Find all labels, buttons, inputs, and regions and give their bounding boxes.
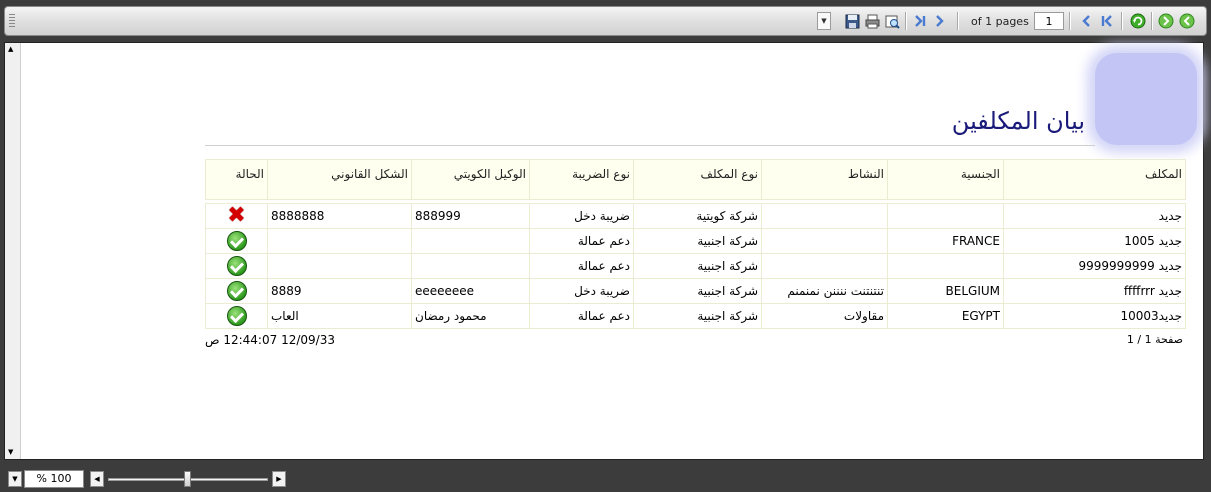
- vertical-scrollbar[interactable]: ▲ ▼: [5, 43, 21, 459]
- column-header: الحالة: [205, 159, 268, 200]
- table-cell-agent: [411, 228, 530, 254]
- table-cell-status: [205, 303, 268, 329]
- report-print-date: 12/09/33 12:44:07 ص: [205, 333, 335, 347]
- zoom-out-icon[interactable]: ◀: [90, 471, 104, 487]
- table-cell-nationality: FRANCE: [887, 228, 1004, 254]
- toolbar-separator: [905, 12, 907, 30]
- company-logo: [1095, 53, 1197, 145]
- zoom-in-icon[interactable]: ▶: [272, 471, 286, 487]
- zoom-dropdown-icon[interactable]: ▼: [8, 471, 22, 487]
- table-cell-type: شركة كويتية: [633, 203, 762, 229]
- column-header: الوكيل الكويتي: [411, 159, 530, 200]
- table-cell-nationality: [887, 203, 1004, 229]
- table-cell-type: شركة اجنبية: [633, 278, 762, 304]
- table-header-row: المكلف الجنسية النشاط نوع المكلف نوع الض…: [205, 159, 1186, 200]
- print-icon[interactable]: [863, 12, 881, 30]
- check-icon: [226, 256, 247, 276]
- table-cell-agent: 888999: [411, 203, 530, 229]
- scroll-up-icon[interactable]: ▲: [8, 45, 13, 53]
- table-cell-activity: [761, 253, 888, 279]
- table-cell-status: [205, 228, 268, 254]
- table-cell-type: شركة اجنبية: [633, 303, 762, 329]
- report-viewer: ▲ ▼ بيان المكلفين المكلف الجنسية النشاط …: [4, 42, 1204, 460]
- table-cell-tax: ضريبة دخل: [529, 203, 634, 229]
- cross-icon: ✖: [227, 203, 246, 228]
- back-icon[interactable]: [1178, 12, 1196, 30]
- table-cell-name: جديد 9999999999: [1003, 253, 1186, 279]
- zoom-slider-thumb[interactable]: [184, 471, 191, 487]
- table-cell-type: شركة اجنبية: [633, 253, 762, 279]
- table-row: جديد شركة كويتية ضريبة دخل 888999 8888888 ✖: [205, 203, 1186, 229]
- table-cell-nationality: [887, 253, 1004, 279]
- column-header: المكلف: [1003, 159, 1186, 200]
- table-cell-status: ✖: [205, 203, 268, 229]
- table-cell-activity: مقاولات: [761, 303, 888, 329]
- toolbar-separator: [1121, 12, 1123, 30]
- table-cell-type: شركة اجنبية: [633, 228, 762, 254]
- table-row: جديد 9999999999 شركة اجنبية دعم عمالة: [205, 253, 1186, 279]
- table-cell-activity: [761, 203, 888, 229]
- save-icon[interactable]: [843, 12, 861, 30]
- export-format-dropdown[interactable]: ▼: [817, 12, 831, 30]
- table-cell-status: [205, 253, 268, 279]
- toolbar-separator: [1069, 12, 1071, 30]
- print-preview-icon[interactable]: [883, 12, 901, 30]
- table-cell-legal: [267, 253, 412, 279]
- table-cell-nationality: BELGIUM: [887, 278, 1004, 304]
- table-row: جديد10003 EGYPT مقاولات شركة اجنبية دعم عمال…: [205, 303, 1186, 329]
- table-cell-tax: دعم عمالة: [529, 253, 634, 279]
- table-cell-tax: دعم عمالة: [529, 303, 634, 329]
- table-cell-tax: دعم عمالة: [529, 228, 634, 254]
- column-header: الجنسية: [887, 159, 1004, 200]
- toolbar-separator: [1151, 12, 1153, 30]
- previous-page-icon[interactable]: [1077, 12, 1095, 30]
- table-cell-agent: eeeeeeee: [411, 278, 530, 304]
- table-cell-status: [205, 278, 268, 304]
- taxpayers-table: المكلف الجنسية النشاط نوع المكلف نوع الض…: [205, 159, 1186, 329]
- table-cell-name: جديد: [1003, 203, 1186, 229]
- report-title: بيان المكلفين: [951, 107, 1085, 135]
- check-icon: [226, 231, 247, 251]
- table-cell-tax: ضريبة دخل: [529, 278, 634, 304]
- check-icon: [226, 281, 247, 301]
- toolbar-grip-handle[interactable]: [9, 14, 15, 28]
- report-toolbar: ▼ of 1 pages: [4, 6, 1207, 36]
- table-cell-legal: 8888888: [267, 203, 412, 229]
- table-cell-legal: 8889: [267, 278, 412, 304]
- table-cell-agent: محمود رمضان: [411, 303, 530, 329]
- zoom-level-input[interactable]: 100 %: [24, 470, 84, 488]
- table-row: جديد 1005 FRANCE شركة اجنبية دعم عمالة: [205, 228, 1186, 254]
- page-number-input[interactable]: [1034, 12, 1064, 30]
- table-cell-legal: [267, 228, 412, 254]
- table-cell-activity: تنتنتنت ننننن نمنمنم: [761, 278, 888, 304]
- table-cell-name: جديد 1005: [1003, 228, 1186, 254]
- next-page-icon[interactable]: [931, 12, 949, 30]
- check-icon: [226, 306, 247, 326]
- column-header: النشاط: [761, 159, 888, 200]
- first-page-icon[interactable]: [1097, 12, 1115, 30]
- column-header: الشكل القانوني: [267, 159, 412, 200]
- column-header: نوع المكلف: [633, 159, 762, 200]
- table-cell-name: جديد10003: [1003, 303, 1186, 329]
- refresh-icon[interactable]: [1129, 12, 1147, 30]
- title-divider: [205, 145, 1095, 146]
- zoom-bar: ▼ 100 % ◀ ▶: [8, 469, 308, 489]
- table-cell-agent: [411, 253, 530, 279]
- scroll-down-icon[interactable]: ▼: [8, 448, 13, 456]
- page-footer-number: صفحة 1 / 1: [1126, 333, 1183, 346]
- table-row: جديد ffffrrr BELGIUM تنتنتنت ننننن نمنمنم ش…: [205, 278, 1186, 304]
- table-cell-legal: العاب: [267, 303, 412, 329]
- forward-icon[interactable]: [1157, 12, 1175, 30]
- table-cell-activity: [761, 228, 888, 254]
- column-header: نوع الضريبة: [529, 159, 634, 200]
- table-cell-name: جديد ffffrrr: [1003, 278, 1186, 304]
- pages-count-label: of 1 pages: [971, 15, 1029, 28]
- last-page-icon[interactable]: [911, 12, 929, 30]
- table-cell-nationality: EGYPT: [887, 303, 1004, 329]
- toolbar-separator: [957, 12, 959, 30]
